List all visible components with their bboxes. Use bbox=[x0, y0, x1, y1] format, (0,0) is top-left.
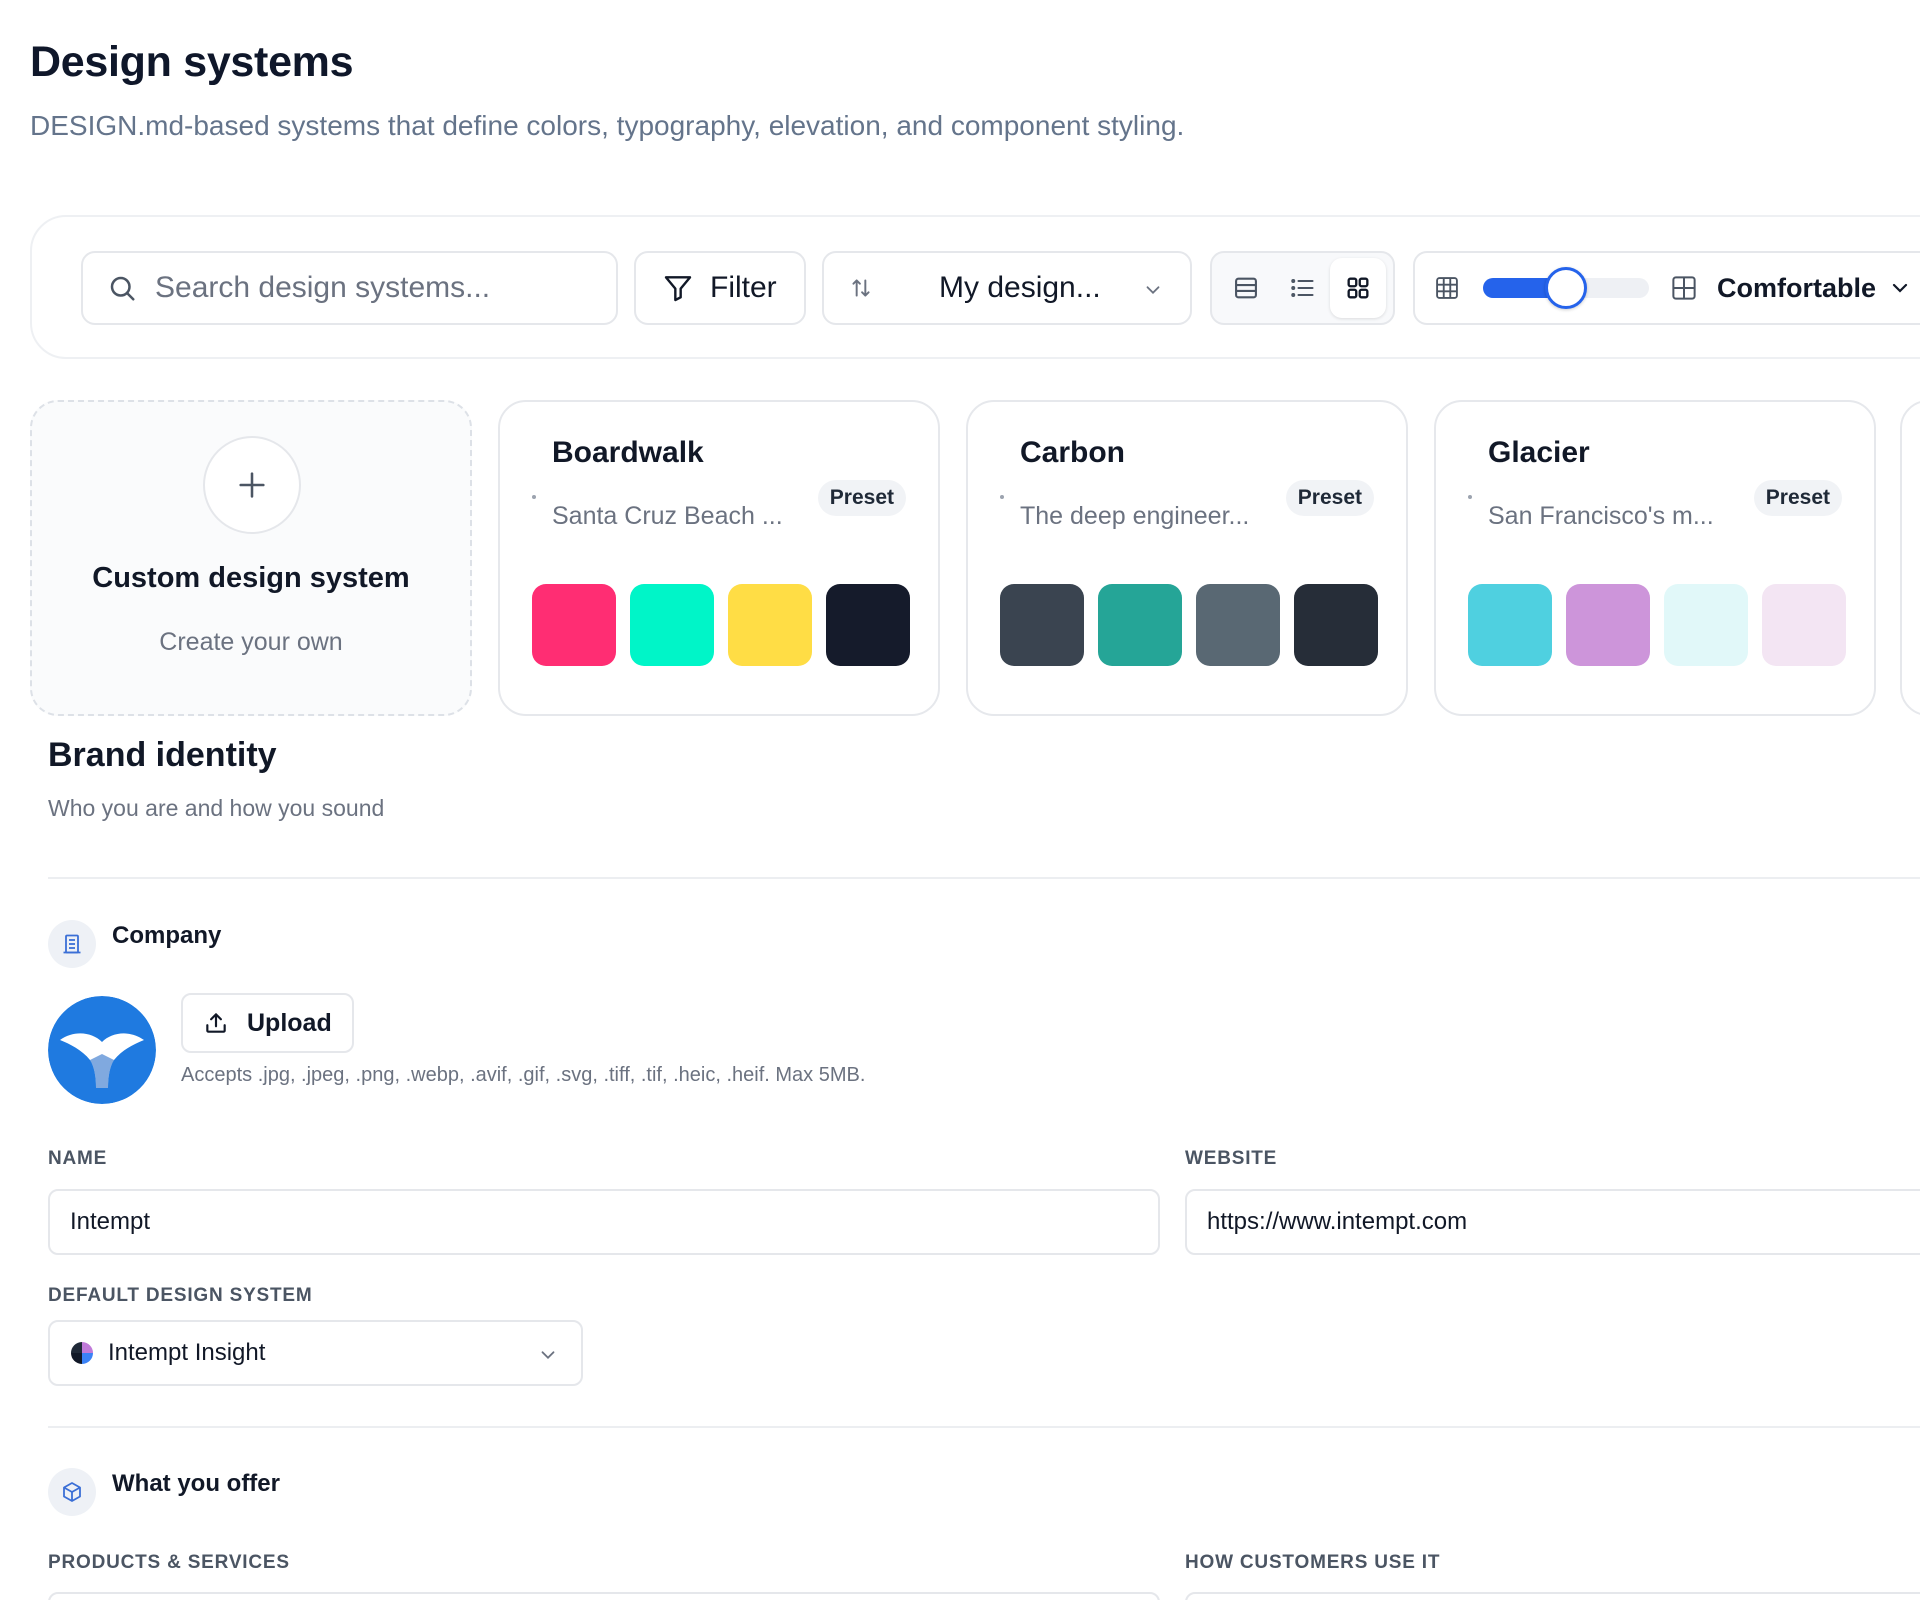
grid-view-icon bbox=[1347, 277, 1369, 299]
chevron-down-icon[interactable] bbox=[1888, 276, 1912, 300]
website-field[interactable] bbox=[1185, 1189, 1920, 1255]
sort-icon bbox=[852, 279, 870, 297]
upload-icon bbox=[206, 1013, 226, 1033]
card-name: Carbon bbox=[1020, 436, 1125, 469]
website-label: WEBSITE bbox=[1185, 1148, 1278, 1169]
filter-icon bbox=[664, 276, 692, 302]
density-slider-thumb[interactable] bbox=[1545, 267, 1587, 309]
sort-value: My design... bbox=[939, 271, 1101, 304]
color-swatch bbox=[1566, 584, 1650, 666]
color-swatches bbox=[1468, 584, 1846, 666]
design-system-card-glacier[interactable]: Glacier San Francisco's m... Preset bbox=[1434, 400, 1876, 716]
color-swatch bbox=[1098, 584, 1182, 666]
density-label[interactable]: Comfortable bbox=[1717, 273, 1876, 304]
preset-badge: Preset bbox=[817, 480, 906, 516]
custom-card-subtitle: Create your own bbox=[159, 628, 343, 656]
default-design-system-value: Intempt Insight bbox=[108, 1339, 266, 1366]
view-toggle bbox=[1210, 251, 1395, 325]
chevron-down-icon bbox=[541, 1351, 555, 1360]
section-subtitle: Who you are and how you sound bbox=[48, 795, 385, 821]
offer-group-icon bbox=[48, 1468, 96, 1516]
card-description: The deep engineer... bbox=[1020, 502, 1250, 530]
name-field[interactable] bbox=[48, 1189, 1160, 1255]
customer-usage-field[interactable] bbox=[1185, 1592, 1920, 1600]
name-input[interactable] bbox=[70, 1208, 1158, 1236]
products-services-label: PRODUCTS & SERVICES bbox=[48, 1552, 290, 1573]
chevron-down-icon bbox=[1146, 286, 1160, 295]
color-swatch bbox=[630, 584, 714, 666]
default-design-system-label: DEFAULT DESIGN SYSTEM bbox=[48, 1285, 313, 1306]
page-title: Design systems bbox=[30, 38, 354, 86]
color-swatch bbox=[1762, 584, 1846, 666]
card-description: San Francisco's m... bbox=[1488, 502, 1714, 530]
building-icon bbox=[63, 934, 81, 954]
upload-label: Upload bbox=[247, 1008, 332, 1037]
website-input[interactable] bbox=[1207, 1208, 1920, 1236]
package-icon bbox=[63, 1482, 81, 1502]
design-systems-page: Design systems DESIGN.md-based systems t… bbox=[0, 0, 1920, 1600]
color-swatch bbox=[1196, 584, 1280, 666]
color-swatch bbox=[728, 584, 812, 666]
design-system-card-boardwalk[interactable]: Boardwalk Santa Cruz Beach ... Preset bbox=[498, 400, 940, 716]
color-swatch bbox=[1664, 584, 1748, 666]
density-slider[interactable] bbox=[1483, 267, 1649, 309]
card-description: Santa Cruz Beach ... bbox=[552, 502, 783, 530]
section-title: Brand identity bbox=[48, 736, 277, 774]
divider bbox=[48, 877, 1920, 879]
search-box[interactable] bbox=[81, 251, 618, 325]
card-dot bbox=[532, 495, 536, 499]
products-services-field[interactable] bbox=[48, 1592, 1160, 1600]
dense-grid-icon bbox=[1436, 277, 1458, 299]
card-dot bbox=[1000, 495, 1004, 499]
offer-group-title: What you offer bbox=[112, 1470, 280, 1497]
design-system-color-icon bbox=[71, 1342, 93, 1364]
default-design-system-select[interactable]: Intempt Insight bbox=[48, 1320, 583, 1386]
filter-button[interactable]: Filter bbox=[634, 251, 806, 325]
design-system-card-carbon[interactable]: Carbon The deep engineer... Preset bbox=[966, 400, 1408, 716]
company-group-icon bbox=[48, 920, 96, 968]
upload-hint: Accepts .jpg, .jpeg, .png, .webp, .avif,… bbox=[181, 1064, 866, 1086]
color-swatch bbox=[1000, 584, 1084, 666]
sparse-grid-icon bbox=[1672, 276, 1696, 300]
preset-badge: Preset bbox=[1285, 480, 1374, 516]
customer-usage-label: HOW CUSTOMERS USE IT bbox=[1185, 1552, 1441, 1573]
color-swatch bbox=[1468, 584, 1552, 666]
table-view-button[interactable] bbox=[1218, 258, 1274, 318]
search-input[interactable] bbox=[155, 271, 595, 305]
table-view-icon bbox=[1235, 277, 1257, 299]
divider bbox=[48, 1426, 1920, 1428]
color-swatch bbox=[826, 584, 910, 666]
filter-label: Filter bbox=[710, 271, 777, 304]
color-swatch bbox=[1294, 584, 1378, 666]
custom-design-system-card[interactable]: Custom design system Create your own bbox=[30, 400, 472, 716]
grid-view-button[interactable] bbox=[1330, 258, 1386, 318]
page-subtitle: DESIGN.md-based systems that define colo… bbox=[30, 110, 1185, 141]
sort-select[interactable]: My design... bbox=[822, 251, 1192, 325]
company-logo[interactable] bbox=[48, 996, 156, 1104]
card-name: Glacier bbox=[1488, 436, 1590, 469]
color-swatches bbox=[1000, 584, 1378, 666]
preset-badge: Preset bbox=[1753, 480, 1842, 516]
whale-tail-logo-icon bbox=[48, 996, 156, 1104]
company-group-title: Company bbox=[112, 922, 222, 949]
search-icon bbox=[110, 276, 135, 301]
design-system-card-partial[interactable] bbox=[1900, 400, 1920, 716]
color-swatch bbox=[532, 584, 616, 666]
color-swatches bbox=[532, 584, 910, 666]
plus-icon bbox=[239, 472, 265, 498]
density-control: Comfortable bbox=[1413, 251, 1920, 325]
card-dot bbox=[1468, 495, 1472, 499]
custom-card-title: Custom design system bbox=[92, 562, 410, 594]
add-button[interactable] bbox=[203, 436, 301, 534]
list-view-icon bbox=[1291, 279, 1314, 297]
upload-button[interactable]: Upload bbox=[181, 993, 354, 1053]
card-name: Boardwalk bbox=[552, 436, 704, 469]
list-view-button[interactable] bbox=[1274, 258, 1330, 318]
toolbar: Filter My design... Comfor bbox=[30, 215, 1920, 359]
name-label: NAME bbox=[48, 1148, 108, 1169]
